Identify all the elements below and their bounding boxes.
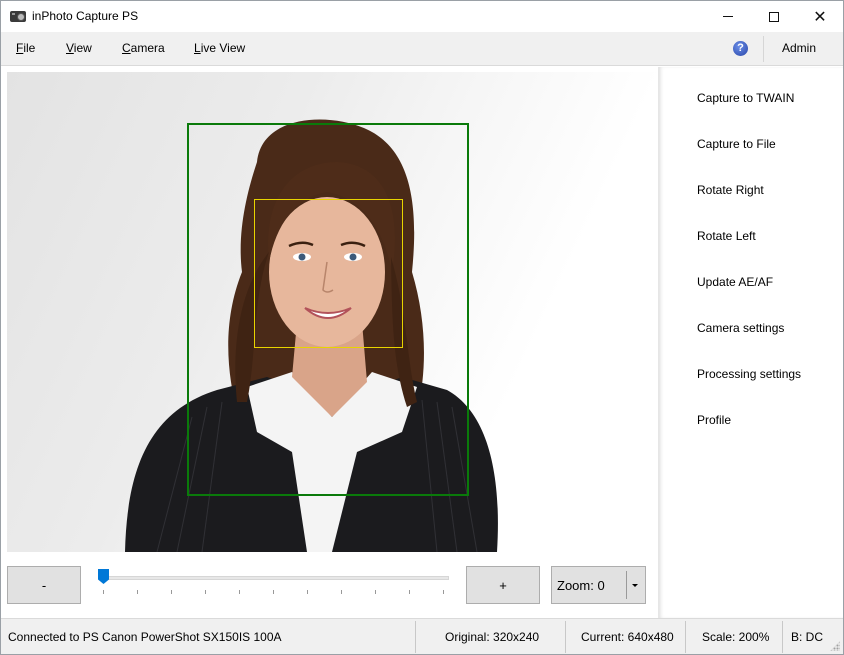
status-separator (782, 621, 783, 653)
menu-live-view-mnemonic: L (194, 41, 201, 55)
app-window: inPhoto Capture PS ✕ File View Camera Li… (0, 0, 844, 655)
slider-tick (307, 590, 308, 594)
menu-file[interactable]: File (16, 41, 35, 55)
profile-button[interactable]: Profile (697, 413, 731, 427)
status-current-size: Current: 640x480 (581, 630, 674, 644)
slider-thumb[interactable] (98, 569, 109, 584)
slider-tick (341, 590, 342, 594)
menu-camera-label: amera (130, 41, 165, 55)
status-original-size: Original: 320x240 (445, 630, 540, 644)
zoom-slider[interactable] (95, 566, 451, 604)
maximize-button[interactable] (751, 1, 797, 32)
menu-file-label: ile (23, 41, 36, 55)
window-title: inPhoto Capture PS (32, 9, 139, 23)
rotate-right-button[interactable]: Rotate Right (697, 183, 764, 197)
slider-tick (137, 590, 138, 594)
status-connection: Connected to PS Canon PowerShot SX150IS … (8, 630, 282, 644)
menu-bar: File View Camera Live View ? Admin (1, 32, 843, 66)
help-icon[interactable]: ? (733, 41, 748, 56)
menu-view[interactable]: View (66, 41, 92, 55)
resize-grip[interactable] (830, 641, 840, 651)
camera-app-icon (10, 11, 26, 22)
title-bar: inPhoto Capture PS ✕ (1, 1, 843, 32)
slider-tick (171, 590, 172, 594)
status-separator (565, 621, 566, 653)
status-bar: Connected to PS Canon PowerShot SX150IS … (1, 618, 843, 654)
menu-view-label: iew (73, 41, 92, 55)
zoom-dropdown[interactable]: Zoom: 0 (551, 566, 646, 604)
dropdown-separator (626, 571, 627, 599)
status-separator (415, 621, 416, 653)
capture-to-twain-button[interactable]: Capture to TWAIN (697, 91, 794, 105)
status-separator (685, 621, 686, 653)
status-mode: B: DC (791, 630, 824, 644)
slider-tick (273, 590, 274, 594)
close-icon: ✕ (813, 8, 827, 26)
zoom-out-button[interactable]: - (7, 566, 81, 604)
admin-menu[interactable]: Admin (782, 41, 816, 55)
slider-tick (375, 590, 376, 594)
menu-camera[interactable]: Camera (122, 41, 165, 55)
capture-to-file-button[interactable]: Capture to File (697, 137, 776, 151)
slider-tick (103, 590, 104, 594)
status-scale: Scale: 200% (702, 630, 770, 644)
minimize-icon (723, 16, 733, 17)
processing-settings-button[interactable]: Processing settings (697, 367, 801, 381)
rotate-left-button[interactable]: Rotate Left (697, 229, 756, 243)
zoom-in-button[interactable]: + (466, 566, 540, 604)
menu-live-view[interactable]: Live View (194, 41, 245, 55)
minimize-button[interactable] (705, 1, 751, 32)
slider-tick (409, 590, 410, 594)
action-sidebar: Capture to TWAIN Capture to File Rotate … (658, 67, 843, 618)
camera-settings-button[interactable]: Camera settings (697, 321, 784, 335)
menu-camera-mnemonic: C (122, 41, 131, 55)
chevron-down-icon[interactable] (632, 584, 638, 587)
slider-tick (205, 590, 206, 594)
zoom-dropdown-value: Zoom: 0 (557, 578, 605, 593)
close-button[interactable]: ✕ (797, 1, 843, 32)
slider-track (99, 576, 449, 580)
slider-tick (443, 590, 444, 594)
maximize-icon (769, 11, 779, 22)
face-detection-frame (254, 199, 403, 348)
update-ae-af-button[interactable]: Update AE/AF (697, 275, 773, 289)
live-view-preview[interactable] (7, 72, 657, 552)
slider-tick (239, 590, 240, 594)
menu-separator (763, 36, 764, 62)
menu-live-view-label: ive View (200, 41, 246, 55)
menu-view-mnemonic: V (66, 41, 74, 55)
